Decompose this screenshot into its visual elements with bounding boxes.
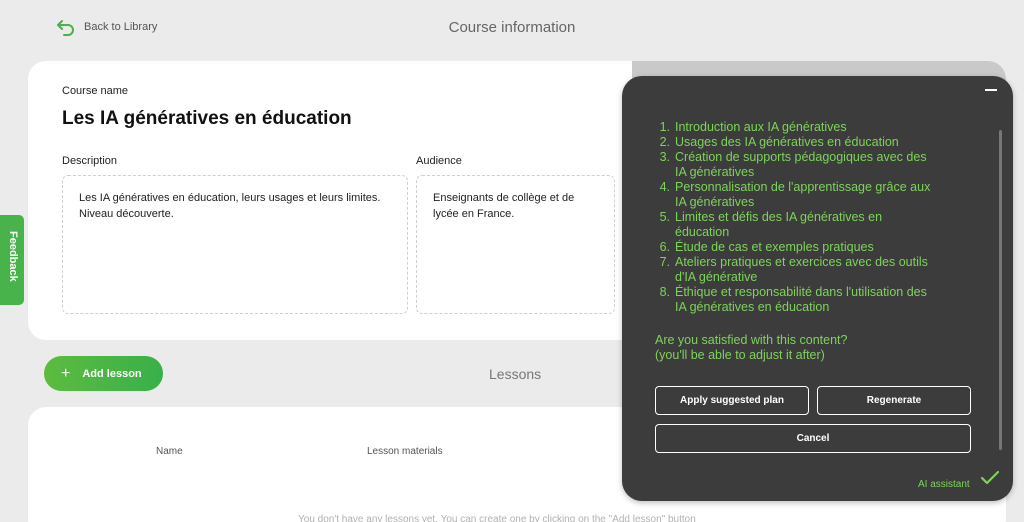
plan-item-number: 3.: [659, 150, 670, 164]
description-field[interactable]: Les IA génératives en éducation, leurs u…: [62, 175, 408, 314]
question-line: Are you satisfied with this content?: [655, 333, 848, 347]
plan-item: 7. Ateliers pratiques et exercices avec d…: [655, 255, 955, 270]
plan-item: 4. Personnalisation de l'apprentissage gr…: [655, 180, 955, 195]
course-name[interactable]: Les IA génératives en éducation: [62, 108, 352, 130]
plan-item-text: Introduction aux IA génératives: [675, 120, 847, 134]
plan-item-text: IA génératives: [675, 165, 755, 179]
plan-item-number: 1.: [659, 120, 670, 134]
plus-icon: +: [61, 364, 71, 382]
plan-item: 6. Étude de cas et exemples pratiques: [655, 240, 955, 255]
plan-item-continuation: IA génératives: [655, 165, 955, 180]
top-bar: Back to Library Course information: [0, 0, 1024, 58]
plan-item-number: 5.: [659, 210, 670, 224]
add-lesson-button[interactable]: + Add lesson: [44, 356, 163, 391]
plan-item-text: IA génératives en éducation: [675, 300, 830, 314]
page-title: Course information: [448, 19, 576, 36]
feedback-tab[interactable]: Feedback: [0, 215, 24, 305]
satisfaction-question: Are you satisfied with this content? (yo…: [655, 333, 847, 363]
plan-item-text: Ateliers pratiques et exercices avec des…: [675, 255, 928, 269]
plan-item-number: [655, 270, 675, 285]
lessons-title: Lessons: [489, 366, 542, 382]
plan-item: 8. Éthique et responsabilité dans l'utili…: [655, 285, 955, 300]
plan-item-number: 2.: [659, 135, 670, 149]
audience-label: Audience: [416, 155, 462, 167]
plan-item: 5. Limites et défis des IA génératives en: [655, 210, 955, 225]
plan-item-text: d'IA générative: [675, 270, 758, 284]
plan-item-continuation: d'IA générative: [655, 270, 955, 285]
plan-item-text: éducation: [675, 225, 730, 239]
column-header-name: Name: [156, 446, 183, 457]
plan-item-number: [655, 195, 675, 210]
plan-item-continuation: éducation: [655, 225, 955, 240]
plan-item-text: Personnalisation de l'apprentissage grâc…: [675, 180, 931, 194]
cancel-button[interactable]: Cancel: [655, 424, 971, 453]
panel-scrollbar[interactable]: [999, 130, 1002, 450]
plan-item-continuation: IA génératives en éducation: [655, 300, 955, 315]
checkmark-icon[interactable]: [980, 470, 1000, 486]
plan-item-number: 6.: [659, 240, 670, 254]
plan-item-number: 8.: [659, 285, 670, 299]
minimize-icon[interactable]: [985, 89, 997, 91]
plan-item: 1. Introduction aux IA génératives: [655, 120, 955, 135]
plan-item-number: [655, 300, 675, 315]
plan-item-text: Étude de cas et exemples pratiques: [675, 240, 874, 254]
suggested-plan-list: 1. Introduction aux IA génératives 2. Usage…: [655, 120, 955, 315]
plan-item-continuation: IA génératives: [655, 195, 955, 210]
plan-item-text: Limites et défis des IA génératives en: [675, 210, 883, 224]
plan-item-number: 7.: [659, 255, 670, 269]
course-name-label: Course name: [62, 85, 129, 97]
plan-item-number: [655, 165, 675, 180]
plan-item-text: IA génératives: [675, 195, 755, 209]
plan-item: 2. Usages des IA génératives en éducation: [655, 135, 955, 150]
empty-lessons-message: You don't have any lessons yet. You can …: [298, 514, 696, 522]
apply-suggested-plan-button[interactable]: Apply suggested plan: [655, 386, 809, 415]
feedback-label: Feedback: [7, 231, 19, 282]
add-lesson-label: Add lesson: [82, 367, 142, 380]
plan-item-number: [655, 225, 675, 240]
ai-assistant-label: AI assistant: [918, 479, 970, 490]
audience-field[interactable]: Enseignants de collège et de lycée en Fr…: [416, 175, 615, 314]
column-header-materials: Lesson materials: [367, 446, 443, 457]
plan-item-text: Usages des IA génératives en éducation: [675, 135, 899, 149]
plan-item-text: Création de supports pédagogiques avec d…: [675, 150, 927, 164]
plan-item-text: Éthique et responsabilité dans l'utilisa…: [675, 285, 927, 299]
description-label: Description: [62, 155, 118, 167]
question-note: (you'll be able to adjust it after): [655, 348, 825, 362]
plan-item-number: 4.: [659, 180, 670, 194]
regenerate-button[interactable]: Regenerate: [817, 386, 971, 415]
plan-item: 3. Création de supports pédagogiques avec…: [655, 150, 955, 165]
